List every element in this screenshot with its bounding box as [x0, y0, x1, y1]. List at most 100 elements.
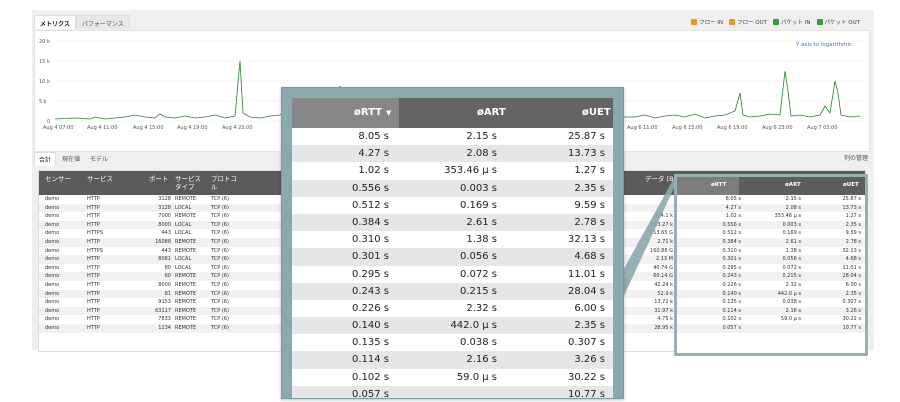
table-cell: demo: [45, 247, 60, 254]
y-tick: 10 k: [39, 79, 50, 85]
mini-table-row[interactable]: 0.310 s 1.38 s 32.13 s: [677, 247, 865, 256]
zoom-table-row[interactable]: 0.057 s 10.77 s: [292, 385, 613, 398]
table-cell: 443: [161, 247, 171, 254]
col-service-type[interactable]: サービス タイプ: [175, 175, 201, 191]
zoom-table-row[interactable]: 0.140 s 442.0 µ s 2.35 s: [292, 317, 613, 335]
zoom-table-row[interactable]: 0.301 s 0.056 s 4.68 s: [292, 248, 613, 266]
table-cell: HTTP: [87, 221, 100, 228]
table-cell: 374.1 k: [654, 213, 673, 220]
zoom-table-row[interactable]: 1.02 s 353.46 µ s 1.27 s: [292, 162, 613, 179]
mini-table-cell: 2.16 s: [785, 307, 801, 314]
table-cell: REMOTE: [175, 196, 197, 202]
tab-model[interactable]: モデル: [86, 152, 112, 166]
tab-performance[interactable]: パフォーマンス: [75, 15, 130, 29]
col-sensor[interactable]: センサー: [45, 175, 71, 183]
table-cell: REMOTE: [175, 238, 197, 245]
zoom-table-row[interactable]: 0.114 s 2.16 s 3.26 s: [292, 351, 613, 369]
mini-table-row[interactable]: 1.02 s 353.46 µ s 1.27 s: [677, 212, 865, 221]
tab-total[interactable]: 合計: [34, 152, 57, 166]
mini-table-row[interactable]: 0.057 s 10.77 s: [677, 323, 865, 333]
col-protocol[interactable]: プロトコ ル: [211, 175, 237, 191]
mini-table-row[interactable]: 0.135 s 0.038 s 0.307 s: [677, 298, 865, 307]
zoom-table-row[interactable]: 0.384 s 2.61 s 2.78 s: [292, 213, 613, 232]
mini-table-row[interactable]: 0.226 s 2.32 s 6.00 s: [677, 281, 865, 290]
zoom-table-cell: 2.16 s: [466, 354, 497, 366]
y-axis-log-toggle[interactable]: Y axis to logarithmic: [796, 42, 852, 48]
mini-table-cell: 2.61 s: [785, 238, 801, 245]
table-cell: 3128: [158, 204, 171, 211]
zoom-table-cell: 0.102 s: [351, 371, 389, 383]
mini-table-row[interactable]: 0.384 s 2.61 s 2.78 s: [677, 237, 865, 247]
mini-table-row[interactable]: 0.114 s 2.16 s 3.26 s: [677, 306, 865, 316]
column-management-link[interactable]: 列の管理: [844, 153, 868, 162]
legend-label: パケット IN: [781, 20, 811, 26]
checkbox-icon[interactable]: [816, 19, 823, 25]
mini-table-row[interactable]: 0.556 s 0.003 s 2.35 s: [677, 220, 865, 230]
legend-flow-in[interactable]: フロー IN: [691, 18, 723, 26]
tab-current[interactable]: 現在値: [58, 152, 84, 166]
zoom-table-row[interactable]: 0.102 s 59.0 µ s 30.22 s: [292, 369, 613, 386]
mini-table-cell: 10.77 s: [842, 324, 861, 331]
table-cell: demo: [45, 281, 60, 288]
table-cell: demo: [45, 204, 60, 211]
table-cell: 160.88 G: [650, 247, 673, 254]
zoom-table-row[interactable]: 8.05 s 2.15 s 25.87 s: [292, 128, 613, 145]
zoom-table-cell: 0.215 s: [459, 285, 497, 297]
col-rtt[interactable]: øRTT: [711, 182, 726, 188]
zoom-table-row[interactable]: 0.512 s 0.169 s 9.59 s: [292, 197, 613, 214]
table-cell: 40.74 G: [653, 264, 673, 271]
col-data[interactable]: データ [B]: [645, 175, 676, 183]
legend-packet-out[interactable]: パケット OUT: [816, 18, 860, 26]
col-uet[interactable]: øUET: [843, 182, 859, 188]
table-cell: HTTP: [87, 238, 100, 245]
mini-table-cell: 0.114 s: [722, 307, 741, 314]
mini-table-cell: 0.226 s: [722, 281, 741, 288]
col-service[interactable]: サービス: [87, 175, 113, 183]
zoom-col-uet[interactable]: øUET: [582, 107, 611, 118]
checkbox-icon[interactable]: [691, 19, 698, 25]
x-tick: Aug 6 19:00: [717, 125, 748, 131]
zoom-col-art[interactable]: øART: [477, 107, 506, 118]
mini-table-row[interactable]: 8.05 s 2.15 s 25.87 s: [677, 195, 865, 204]
mini-table-cell: 2.35 s: [845, 290, 861, 297]
mini-table-cell: 2.15 s: [785, 196, 801, 202]
zoom-table-cell: 0.226 s: [351, 302, 389, 314]
chart-legend: フロー IN フロー OUT パケット IN パケット OUT: [691, 18, 860, 26]
table-cell: TCP (6): [211, 221, 229, 228]
mini-table-row[interactable]: 0.140 s 442.0 µ s 2.35 s: [677, 289, 865, 299]
zoom-col-rtt[interactable]: øRTT: [354, 107, 382, 118]
zoom-table-row[interactable]: 4.27 s 2.08 s 13.73 s: [292, 145, 613, 163]
legend-packet-in[interactable]: パケット IN: [773, 18, 811, 26]
mini-table-row[interactable]: 4.27 s 2.08 s 13.73 s: [677, 203, 865, 213]
col-art[interactable]: øART: [785, 182, 801, 188]
table-cell: 16088: [155, 238, 171, 245]
table-cell: TCP (6): [211, 307, 229, 314]
mini-table-row[interactable]: 0.301 s 0.056 s 4.68 s: [677, 255, 865, 264]
legend-flow-out[interactable]: フロー OUT: [729, 18, 767, 26]
zoom-table-row[interactable]: 0.295 s 0.072 s 11.01 s: [292, 266, 613, 283]
tab-metrics[interactable]: メトリクス: [34, 15, 76, 29]
checkbox-icon[interactable]: [729, 19, 736, 25]
mini-table-row[interactable]: 0.512 s 0.169 s 9.59 s: [677, 229, 865, 238]
table-cell: demo: [45, 230, 60, 237]
col-port[interactable]: ポート: [149, 175, 169, 183]
table-cell: demo: [45, 238, 60, 245]
mini-table-cell: 2.08 s: [785, 204, 801, 211]
table-cell: TCP (6): [211, 247, 229, 254]
mini-table-cell: 30.22 s: [842, 316, 861, 323]
mini-table-row[interactable]: 0.102 s 59.0 µ s 30.22 s: [677, 315, 865, 324]
table-cell: demo: [45, 256, 60, 263]
zoom-table-row[interactable]: 0.310 s 1.38 s 32.13 s: [292, 231, 613, 248]
checkbox-icon[interactable]: [773, 19, 780, 25]
zoom-table-row[interactable]: 0.243 s 0.215 s 28.04 s: [292, 282, 613, 300]
mini-table-cell: 0.038 s: [782, 299, 801, 306]
table-cell: 8081: [158, 256, 171, 263]
sort-desc-icon[interactable]: ▼: [386, 109, 391, 117]
mini-table-row[interactable]: 0.243 s 0.215 s 28.04 s: [677, 272, 865, 281]
zoom-table-row[interactable]: 0.226 s 2.32 s 6.00 s: [292, 300, 613, 317]
zoom-table-row[interactable]: 0.135 s 0.038 s 0.307 s: [292, 334, 613, 351]
mini-table-row[interactable]: 0.295 s 0.072 s 11.01 s: [677, 264, 865, 273]
zoom-table-cell: 0.307 s: [567, 337, 605, 349]
zoom-table-cell: 0.057 s: [351, 388, 389, 398]
zoom-table-row[interactable]: 0.556 s 0.003 s 2.35 s: [292, 179, 613, 197]
